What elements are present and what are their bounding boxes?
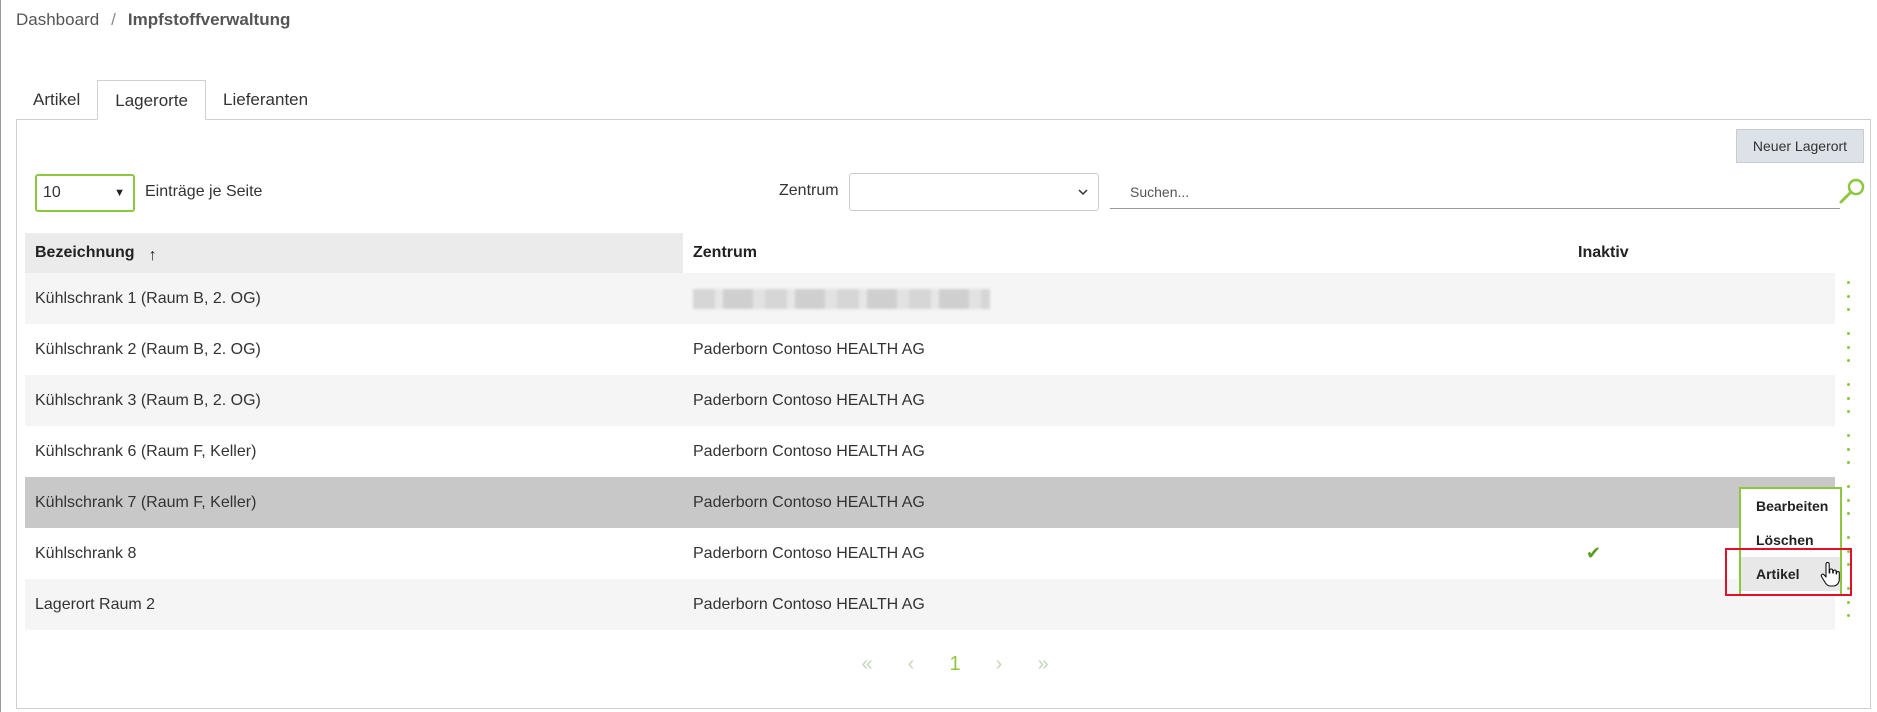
new-lagerort-button[interactable]: Neuer Lagerort bbox=[1736, 129, 1864, 163]
tab-artikel[interactable]: Artikel bbox=[16, 80, 97, 120]
chevron-down-icon bbox=[1078, 189, 1088, 196]
cell-bezeichnung: Kühlschrank 6 (Raum F, Keller) bbox=[35, 442, 257, 460]
tab-lieferanten[interactable]: Lieferanten bbox=[206, 80, 325, 120]
cell-zentrum: Paderborn Contoso HEALTH AG bbox=[693, 442, 925, 460]
row-actions-kebab-icon[interactable] bbox=[1843, 332, 1853, 362]
cell-zentrum: Paderborn Contoso HEALTH AG bbox=[693, 493, 925, 511]
table-row[interactable]: Kühlschrank 6 (Raum F, Keller) Paderborn… bbox=[25, 426, 1835, 477]
cell-zentrum: Paderborn Contoso HEALTH AG bbox=[693, 595, 925, 613]
cell-zentrum: Paderborn Contoso HEALTH AG bbox=[693, 340, 925, 358]
breadcrumb-current: Impfstoffverwaltung bbox=[127, 10, 291, 29]
breadcrumb: Dashboard / Impfstoffverwaltung bbox=[16, 10, 290, 30]
page-size-value: 10 bbox=[43, 184, 61, 201]
cell-zentrum: Paderborn Contoso HEALTH AG bbox=[693, 544, 925, 562]
tab-lagerorte[interactable]: Lagerorte bbox=[97, 80, 207, 120]
table-row[interactable]: Kühlschrank 2 (Raum B, 2. OG) Paderborn … bbox=[25, 324, 1835, 375]
cell-bezeichnung: Kühlschrank 8 bbox=[35, 544, 137, 562]
table-row[interactable]: Kühlschrank 1 (Raum B, 2. OG) bbox=[25, 273, 1835, 324]
lagerorte-table: Bezeichnung ↑ Zentrum Inaktiv Kühlschran… bbox=[25, 233, 1835, 630]
zentrum-filter-select[interactable] bbox=[849, 173, 1099, 211]
table-body: Kühlschrank 1 (Raum B, 2. OG) Kühlschran… bbox=[25, 273, 1835, 630]
row-actions-kebab-icon[interactable] bbox=[1843, 434, 1853, 464]
pagination: « ‹ 1 › » bbox=[845, 653, 1065, 676]
column-header-bezeichnung-label: Bezeichnung bbox=[35, 244, 135, 261]
menu-item-bearbeiten[interactable]: Bearbeiten bbox=[1741, 489, 1840, 523]
window-edge bbox=[0, 0, 1, 712]
pagination-page-current[interactable]: 1 bbox=[933, 653, 977, 676]
breadcrumb-separator: / bbox=[111, 10, 116, 29]
cell-bezeichnung: Kühlschrank 2 (Raum B, 2. OG) bbox=[35, 340, 261, 358]
cell-zentrum: Paderborn Contoso HEALTH AG bbox=[693, 391, 925, 409]
hand-pointer-cursor-icon bbox=[1820, 562, 1840, 587]
page-size-select[interactable]: 10 ▼ bbox=[35, 174, 135, 212]
row-actions-kebab-icon[interactable] bbox=[1843, 485, 1853, 515]
table-row[interactable]: Lagerort Raum 2 Paderborn Contoso HEALTH… bbox=[25, 579, 1835, 630]
tab-bar: Artikel Lagerorte Lieferanten bbox=[16, 80, 325, 120]
zentrum-filter-label: Zentrum bbox=[779, 182, 839, 199]
row-actions-kebab-icon[interactable] bbox=[1843, 281, 1853, 311]
sort-ascending-icon: ↑ bbox=[148, 247, 157, 264]
cell-bezeichnung: Lagerort Raum 2 bbox=[35, 595, 156, 613]
search-input[interactable] bbox=[1110, 175, 1840, 209]
pagination-last-icon[interactable]: » bbox=[1021, 653, 1065, 676]
pagination-first-icon[interactable]: « bbox=[845, 653, 889, 676]
pagination-next-icon[interactable]: › bbox=[977, 653, 1021, 676]
page-size-label: Einträge je Seite bbox=[145, 183, 263, 200]
search-icon[interactable] bbox=[1837, 176, 1867, 206]
chevron-down-icon: ▼ bbox=[114, 187, 125, 199]
breadcrumb-dashboard[interactable]: Dashboard bbox=[16, 10, 99, 30]
cell-bezeichnung: Kühlschrank 7 (Raum F, Keller) bbox=[35, 493, 257, 511]
table-row[interactable]: Kühlschrank 8 Paderborn Contoso HEALTH A… bbox=[25, 528, 1835, 579]
redacted-text bbox=[693, 288, 990, 309]
column-header-inaktiv[interactable]: Inaktiv bbox=[1578, 244, 1835, 262]
table-row[interactable]: Kühlschrank 3 (Raum B, 2. OG) Paderborn … bbox=[25, 375, 1835, 426]
checkmark-icon: ✔ bbox=[1586, 543, 1602, 563]
pagination-prev-icon[interactable]: ‹ bbox=[889, 653, 933, 676]
cell-bezeichnung: Kühlschrank 3 (Raum B, 2. OG) bbox=[35, 391, 261, 409]
row-actions-kebab-icon[interactable] bbox=[1843, 383, 1853, 413]
cell-zentrum bbox=[683, 288, 1578, 309]
lagerorte-panel: Neuer Lagerort 10 ▼ Einträge je Seite Ze… bbox=[16, 119, 1871, 709]
column-header-bezeichnung[interactable]: Bezeichnung ↑ bbox=[25, 233, 683, 273]
cell-bezeichnung: Kühlschrank 1 (Raum B, 2. OG) bbox=[35, 289, 261, 307]
column-header-zentrum[interactable]: Zentrum bbox=[683, 244, 1578, 262]
table-row-selected[interactable]: Kühlschrank 7 (Raum F, Keller) Paderborn… bbox=[25, 477, 1835, 528]
table-header: Bezeichnung ↑ Zentrum Inaktiv bbox=[25, 233, 1835, 273]
